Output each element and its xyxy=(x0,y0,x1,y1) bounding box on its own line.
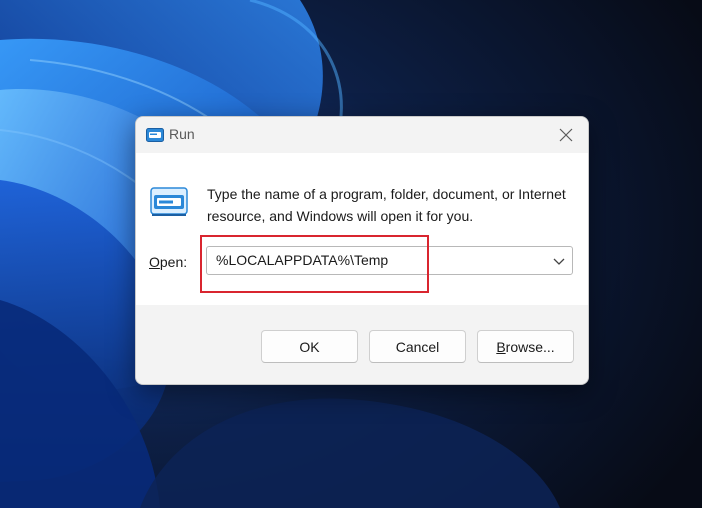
ok-button[interactable]: OK xyxy=(261,330,358,363)
dialog-title: Run xyxy=(169,126,195,142)
chevron-down-icon[interactable] xyxy=(552,254,566,268)
cancel-button[interactable]: Cancel xyxy=(369,330,466,363)
dialog-content: Type the name of a program, folder, docu… xyxy=(136,153,588,305)
title-bar[interactable]: Run xyxy=(136,117,588,153)
open-input[interactable]: %LOCALAPPDATA%\Temp xyxy=(216,252,388,268)
open-combobox[interactable]: %LOCALAPPDATA%\Temp xyxy=(206,246,573,275)
open-label: Open: xyxy=(149,254,188,270)
run-large-icon xyxy=(150,187,190,219)
run-icon xyxy=(146,127,164,143)
run-dialog: Run Type the name of a program, folder, … xyxy=(135,116,589,385)
browse-button[interactable]: Browse... xyxy=(477,330,574,363)
close-icon xyxy=(559,128,573,142)
close-button[interactable] xyxy=(552,121,580,149)
dialog-footer: OK Cancel Browse... xyxy=(136,305,588,384)
dialog-description: Type the name of a program, folder, docu… xyxy=(207,186,566,224)
